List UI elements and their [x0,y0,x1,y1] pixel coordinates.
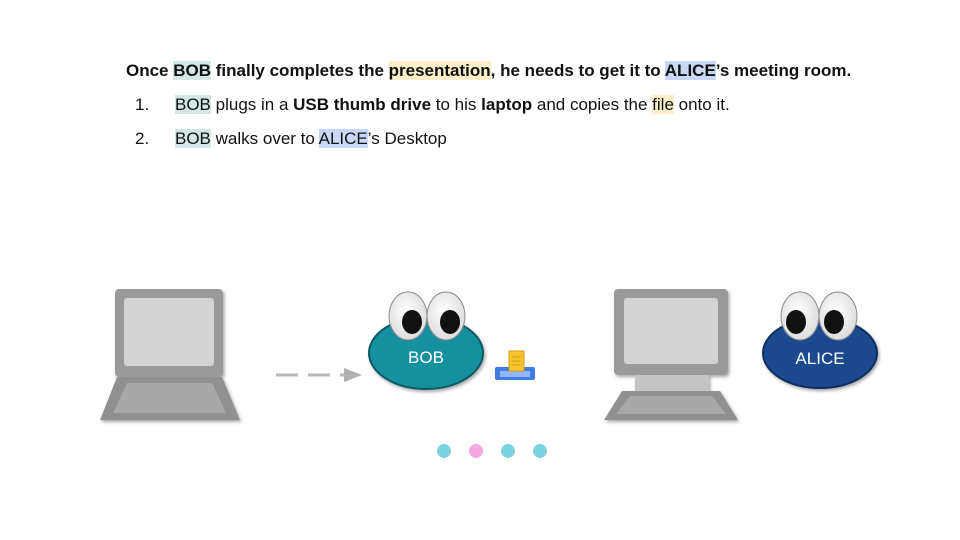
progress-dot[interactable] [437,444,451,458]
progress-dot-active[interactable] [469,444,483,458]
bob-character: BOB [368,291,484,390]
laptop-icon [100,289,240,420]
progress-dot[interactable] [501,444,515,458]
alice-label: ALICE [795,349,844,368]
alice-character: ALICE [762,291,878,389]
usb-drive-with-file-icon [495,350,535,380]
progress-dot[interactable] [533,444,547,458]
desktop-computer-icon [604,289,738,420]
bob-label: BOB [408,348,444,367]
diagram-scene: BOB ALICE [100,289,878,458]
dashed-arrow-icon [276,368,362,382]
progress-dots [437,444,547,458]
